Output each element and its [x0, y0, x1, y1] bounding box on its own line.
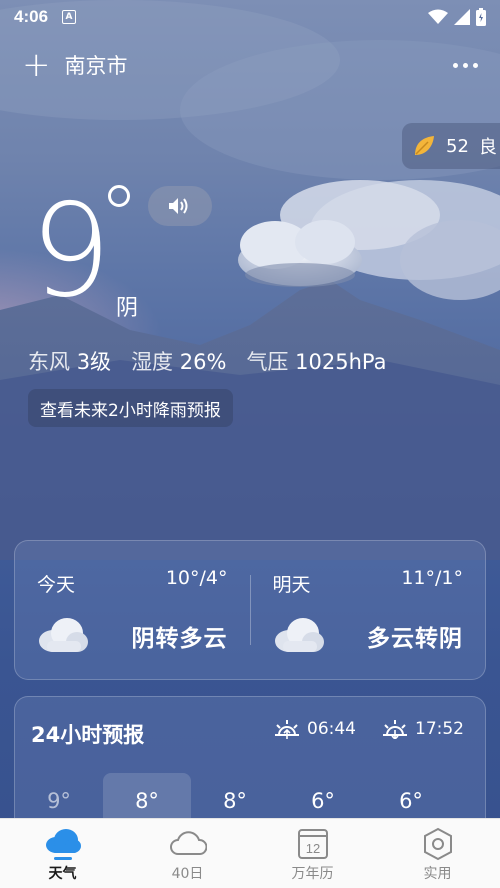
humidity-stat: 湿度 26% — [131, 350, 227, 374]
tab-label: 实用 — [423, 866, 452, 882]
tab-40-days[interactable]: 40日 — [125, 819, 250, 888]
sunrise-icon — [275, 720, 299, 739]
battery-icon — [476, 8, 486, 26]
status-time: 4:06 — [14, 7, 49, 26]
status-bar: 4:06 A — [0, 0, 500, 34]
signal-icon — [454, 9, 470, 25]
tab-label: 天气 — [48, 866, 77, 882]
daily-forecast-card[interactable]: 今天 10°/4° 阴转多云 明天 11°/1° 多云转阴 — [14, 540, 486, 680]
city-name[interactable]: 南京市 — [65, 50, 128, 80]
current-temperature: 9 — [30, 177, 112, 326]
tab-tools[interactable]: 实用 — [375, 819, 500, 888]
aqi-badge[interactable]: 52 良 — [402, 123, 500, 169]
tab-label: 万年历 — [291, 866, 334, 882]
aqi-level: 良 — [478, 137, 497, 158]
speaker-icon — [169, 198, 188, 214]
leaf-icon — [415, 136, 434, 155]
day-name: 今天 — [37, 574, 76, 596]
cloud-outline-icon — [169, 831, 207, 855]
add-city-button[interactable]: + — [22, 48, 51, 82]
tab-calendar[interactable]: 12 万年历 — [250, 819, 375, 888]
wifi-icon — [428, 9, 448, 24]
rain-forecast-button[interactable]: 查看未来2小时降雨预报 — [28, 389, 233, 427]
sunset: 17:52 — [381, 719, 464, 739]
current-condition: 阴 — [116, 296, 139, 321]
day-condition: 多云转阴 — [367, 626, 463, 652]
current-stats: 东风 3级 湿度 26% 气压 1025hPa — [28, 346, 386, 376]
app-notification-icon: A — [62, 10, 77, 24]
day-temp-range: 10°/4° — [165, 567, 228, 589]
day-today[interactable]: 今天 10°/4° 阴转多云 — [15, 541, 250, 679]
dot-icon — [473, 62, 478, 68]
dot-icon — [453, 62, 458, 68]
day-condition: 阴转多云 — [131, 626, 228, 652]
weather-cloud-icon — [45, 829, 81, 860]
tab-label: 40日 — [171, 866, 204, 882]
voice-broadcast-button[interactable] — [148, 186, 212, 226]
more-menu-button[interactable] — [453, 62, 478, 68]
tools-icon — [423, 827, 452, 861]
wind-stat: 东风 3级 — [28, 350, 112, 374]
day-tomorrow[interactable]: 明天 11°/1° 多云转阴 — [251, 541, 486, 679]
hourly-title: 24小时预报 — [31, 723, 145, 747]
calendar-icon: 12 — [297, 829, 328, 859]
cloud-icon — [274, 618, 324, 652]
day-temp-range: 11°/1° — [401, 567, 463, 589]
day-name: 明天 — [272, 574, 311, 596]
degree-symbol — [108, 185, 130, 207]
bottom-tab-bar: 天气 40日 12 万年历 实用 — [0, 818, 500, 888]
tab-weather[interactable]: 天气 — [0, 819, 125, 888]
header: + 南京市 — [0, 44, 500, 86]
cloud-icon — [39, 618, 88, 652]
aqi-value: 52 — [446, 135, 469, 157]
sunrise: 06:44 — [273, 719, 356, 739]
sunset-icon — [383, 720, 407, 739]
sunset-time: 17:52 — [415, 719, 464, 739]
sunrise-time: 06:44 — [307, 719, 356, 739]
calendar-number: 12 — [305, 841, 319, 856]
dot-icon — [463, 62, 468, 68]
pressure-stat: 气压 1025hPa — [246, 350, 387, 374]
